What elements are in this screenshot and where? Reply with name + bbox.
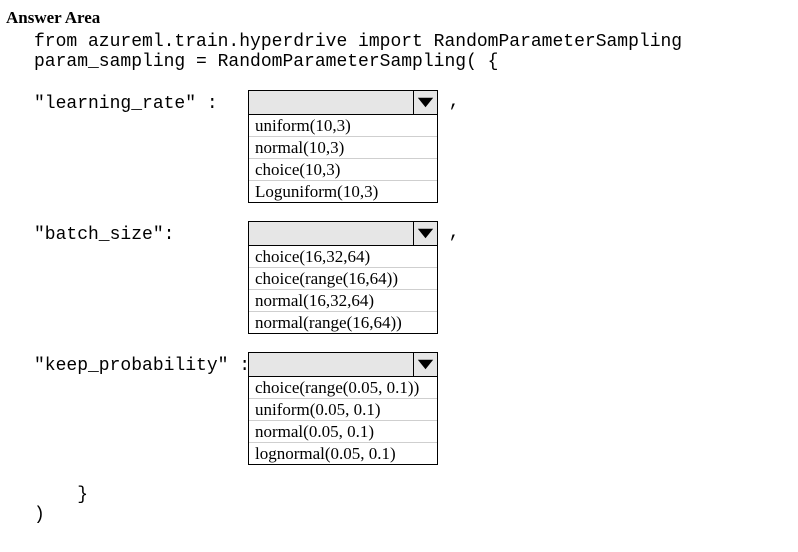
chevron-down-icon bbox=[413, 222, 437, 245]
chevron-down-icon bbox=[413, 91, 437, 114]
dropdown-area-learning-rate: , uniform(10,3) normal(10,3) choice(10,3… bbox=[248, 90, 460, 203]
answer-area-title: Answer Area bbox=[6, 8, 792, 28]
option-normal-range[interactable]: normal(range(16,64)) bbox=[249, 312, 437, 333]
param-row-keep-probability: "keep_probability" : choice(range(0.05, … bbox=[34, 352, 792, 465]
param-label-keep-probability: "keep_probability" : bbox=[34, 352, 248, 376]
option-normal[interactable]: normal(10,3) bbox=[249, 137, 437, 159]
option-choice-range[interactable]: choice(range(16,64)) bbox=[249, 268, 437, 290]
keep-probability-options: choice(range(0.05, 0.1)) uniform(0.05, 0… bbox=[248, 377, 438, 465]
option-lognormal-005[interactable]: lognormal(0.05, 0.1) bbox=[249, 443, 437, 464]
dropdown-area-keep-probability: choice(range(0.05, 0.1)) uniform(0.05, 0… bbox=[248, 352, 438, 465]
code-closing-brace: } bbox=[34, 485, 792, 505]
option-choice[interactable]: choice(10,3) bbox=[249, 159, 437, 181]
trailing-comma: , bbox=[438, 90, 460, 112]
code-line-import: from azureml.train.hyperdrive import Ran… bbox=[34, 32, 792, 52]
code-line-assign: param_sampling = RandomParameterSampling… bbox=[34, 52, 792, 72]
learning-rate-options: uniform(10,3) normal(10,3) choice(10,3) … bbox=[248, 115, 438, 203]
option-normal-005[interactable]: normal(0.05, 0.1) bbox=[249, 421, 437, 443]
dropdown-area-batch-size: , choice(16,32,64) choice(range(16,64)) … bbox=[248, 221, 460, 334]
option-normal-16-32-64[interactable]: normal(16,32,64) bbox=[249, 290, 437, 312]
batch-size-options: choice(16,32,64) choice(range(16,64)) no… bbox=[248, 246, 438, 334]
param-row-learning-rate: "learning_rate" : , uniform(10,3) normal… bbox=[34, 90, 792, 203]
param-row-batch-size: "batch_size": , choice(16,32,64) choice(… bbox=[34, 221, 792, 334]
keep-probability-dropdown[interactable] bbox=[248, 352, 438, 377]
option-uniform[interactable]: uniform(10,3) bbox=[249, 115, 437, 137]
chevron-down-icon bbox=[413, 353, 437, 376]
option-loguniform[interactable]: Loguniform(10,3) bbox=[249, 181, 437, 202]
option-uniform-005[interactable]: uniform(0.05, 0.1) bbox=[249, 399, 437, 421]
option-choice-16-32-64[interactable]: choice(16,32,64) bbox=[249, 246, 437, 268]
trailing-comma: , bbox=[438, 221, 460, 243]
param-label-learning-rate: "learning_rate" : bbox=[34, 90, 248, 114]
param-label-batch-size: "batch_size": bbox=[34, 221, 248, 245]
option-choice-range-005[interactable]: choice(range(0.05, 0.1)) bbox=[249, 377, 437, 399]
code-closing-paren: ) bbox=[34, 505, 792, 525]
learning-rate-dropdown[interactable] bbox=[248, 90, 438, 115]
batch-size-dropdown[interactable] bbox=[248, 221, 438, 246]
